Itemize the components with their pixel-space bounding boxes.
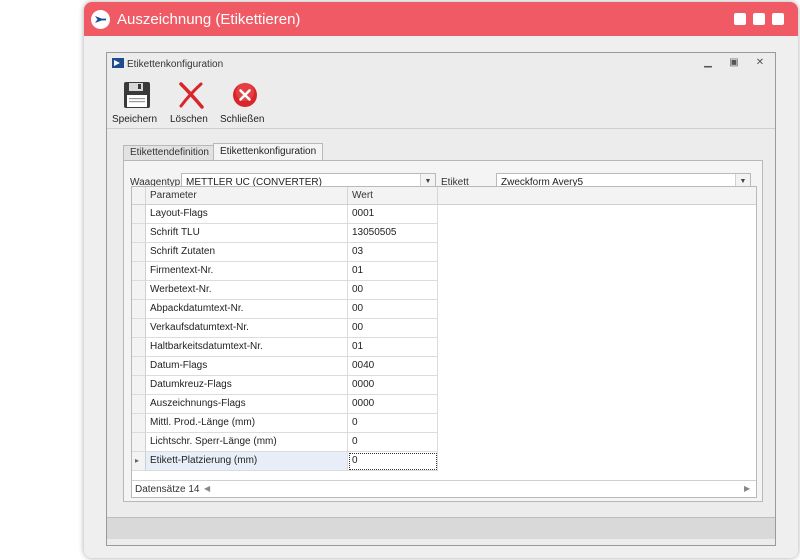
- row-indicator[interactable]: [132, 300, 146, 319]
- close-label: Schließen: [220, 114, 265, 125]
- close-icon[interactable]: ✕: [753, 56, 767, 70]
- table-row[interactable]: Mittl. Prod.-Länge (mm) 0: [132, 414, 756, 433]
- status-bar: [107, 517, 775, 539]
- table-row[interactable]: Layout-Flags 0001: [132, 205, 756, 224]
- value-cell[interactable]: 03: [348, 243, 438, 262]
- app-logo-icon: [91, 10, 110, 29]
- value-cell[interactable]: 00: [348, 281, 438, 300]
- delete-label: Löschen: [170, 114, 208, 125]
- value-cell[interactable]: 01: [348, 262, 438, 281]
- value-cell[interactable]: 01: [348, 338, 438, 357]
- value-cell[interactable]: 00: [348, 319, 438, 338]
- grid-header-parameter[interactable]: Parameter: [146, 187, 348, 205]
- parameter-cell[interactable]: Etikett-Platzierung (mm): [146, 452, 348, 471]
- child-window-title: Etikettenkonfiguration: [127, 59, 224, 70]
- value-cell[interactable]: 0: [348, 414, 438, 433]
- grid-indicator-header: [132, 187, 146, 205]
- value-cell[interactable]: 0000: [348, 395, 438, 414]
- table-row[interactable]: Schrift TLU 13050505: [132, 224, 756, 243]
- app-minimize-icon[interactable]: [734, 13, 746, 25]
- value-cell[interactable]: 0001: [348, 205, 438, 224]
- table-row[interactable]: Auszeichnungs-Flags 0000: [132, 395, 756, 414]
- scroll-left-icon[interactable]: ◀: [204, 484, 210, 493]
- close-circle-icon: [231, 81, 259, 112]
- parameter-cell[interactable]: Auszeichnungs-Flags: [146, 395, 348, 414]
- table-row[interactable]: Lichtschr. Sperr-Länge (mm) 0: [132, 433, 756, 452]
- toolbar: Speichern Löschen Schließen: [107, 77, 775, 129]
- row-indicator[interactable]: [132, 205, 146, 224]
- record-count: Datensätze 14: [135, 484, 200, 495]
- row-indicator[interactable]: [132, 338, 146, 357]
- app-window: Auszeichnung (Etikettieren) Etikettenkon…: [84, 2, 798, 558]
- row-indicator[interactable]: [132, 433, 146, 452]
- parameter-cell[interactable]: Datumkreuz-Flags: [146, 376, 348, 395]
- parameter-cell[interactable]: Firmentext-Nr.: [146, 262, 348, 281]
- row-indicator[interactable]: [132, 357, 146, 376]
- table-row[interactable]: Firmentext-Nr. 01: [132, 262, 756, 281]
- parameter-cell[interactable]: Lichtschr. Sperr-Länge (mm): [146, 433, 348, 452]
- row-indicator[interactable]: [132, 243, 146, 262]
- grid-header-filler: [438, 187, 756, 205]
- value-cell[interactable]: 0040: [348, 357, 438, 376]
- value-cell[interactable]: 0: [348, 433, 438, 452]
- value-cell[interactable]: 0000: [348, 376, 438, 395]
- table-row[interactable]: Schrift Zutaten 03: [132, 243, 756, 262]
- row-indicator[interactable]: [132, 376, 146, 395]
- table-row[interactable]: Haltbarkeitsdatumtext-Nr. 01: [132, 338, 756, 357]
- parameter-cell[interactable]: Schrift Zutaten: [146, 243, 348, 262]
- row-indicator[interactable]: [132, 319, 146, 338]
- row-indicator[interactable]: [132, 281, 146, 300]
- grid-header-value[interactable]: Wert: [348, 187, 438, 205]
- table-row[interactable]: ▸ Etikett-Platzierung (mm) 0: [132, 452, 756, 471]
- app-title: Auszeichnung (Etikettieren): [117, 11, 301, 28]
- scroll-right-icon[interactable]: ▶: [744, 484, 750, 493]
- parameter-cell[interactable]: Datum-Flags: [146, 357, 348, 376]
- child-title-bar: Etikettenkonfiguration ▁ ▣ ✕: [107, 53, 775, 75]
- parameter-cell[interactable]: Verkaufsdatumtext-Nr.: [146, 319, 348, 338]
- row-indicator[interactable]: ▸: [132, 452, 146, 471]
- app-maximize-icon[interactable]: [753, 13, 765, 25]
- row-indicator[interactable]: [132, 224, 146, 243]
- app-title-bar: Auszeichnung (Etikettieren): [84, 2, 798, 36]
- table-row[interactable]: Abpackdatumtext-Nr. 00: [132, 300, 756, 319]
- configuration-panel: Waagentyp METTLER UC (CONVERTER) ▼ Etike…: [123, 160, 763, 502]
- row-indicator[interactable]: [132, 395, 146, 414]
- restore-icon[interactable]: ▣: [727, 56, 741, 70]
- value-cell[interactable]: 13050505: [348, 224, 438, 243]
- table-row[interactable]: Datumkreuz-Flags 0000: [132, 376, 756, 395]
- grid-footer: Datensätze 14 ◀ ▶: [132, 480, 756, 497]
- minimize-icon[interactable]: ▁: [701, 56, 715, 70]
- table-row[interactable]: Werbetext-Nr. 00: [132, 281, 756, 300]
- window-icon: [112, 58, 124, 71]
- row-indicator[interactable]: [132, 262, 146, 281]
- parameter-grid: Parameter Wert Layout-Flags 0001 Schrift T…: [131, 186, 757, 498]
- tab-label-configuration[interactable]: Etikettenkonfiguration: [213, 143, 324, 161]
- delete-x-icon: [177, 81, 205, 112]
- child-window: Etikettenkonfiguration ▁ ▣ ✕ Speichern L…: [106, 52, 776, 546]
- tab-label-definition[interactable]: Etikettendefinition: [123, 145, 216, 161]
- row-indicator[interactable]: [132, 414, 146, 433]
- save-label: Speichern: [112, 114, 158, 125]
- parameter-cell[interactable]: Mittl. Prod.-Länge (mm): [146, 414, 348, 433]
- app-close-icon[interactable]: [772, 13, 784, 25]
- floppy-disk-icon: [123, 81, 151, 112]
- table-row[interactable]: Datum-Flags 0040: [132, 357, 756, 376]
- parameter-cell[interactable]: Layout-Flags: [146, 205, 348, 224]
- parameter-cell[interactable]: Haltbarkeitsdatumtext-Nr.: [146, 338, 348, 357]
- parameter-cell[interactable]: Abpackdatumtext-Nr.: [146, 300, 348, 319]
- table-row[interactable]: Verkaufsdatumtext-Nr. 00: [132, 319, 756, 338]
- parameter-cell[interactable]: Schrift TLU: [146, 224, 348, 243]
- value-cell[interactable]: 0: [348, 452, 438, 471]
- value-cell[interactable]: 00: [348, 300, 438, 319]
- parameter-cell[interactable]: Werbetext-Nr.: [146, 281, 348, 300]
